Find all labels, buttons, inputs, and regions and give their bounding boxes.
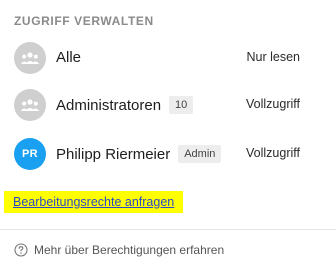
- request-edit-rights-link[interactable]: Bearbeitungsrechte anfragen: [4, 191, 184, 213]
- help-label: Mehr über Berechtigungen erfahren: [34, 243, 225, 257]
- user-avatar: PR: [14, 138, 46, 170]
- divider: [0, 229, 336, 230]
- entry-name: Administratoren 10: [56, 96, 194, 114]
- help-circle-icon: [14, 243, 28, 257]
- access-panel: ZUGRIFF VERWALTEN Alle Nur lesen Adminis…: [0, 0, 336, 272]
- entry-name: Alle: [56, 49, 81, 66]
- entry-name: Philipp Riermeier Admin: [56, 145, 222, 163]
- access-entry-user[interactable]: PR Philipp Riermeier Admin Vollzugriff: [0, 136, 336, 172]
- entry-name-label: Alle: [56, 49, 82, 66]
- permission-level[interactable]: Vollzugriff: [246, 146, 300, 160]
- permission-level[interactable]: Nur lesen: [247, 50, 301, 64]
- permission-level[interactable]: Vollzugriff: [246, 97, 300, 111]
- section-title: ZUGRIFF VERWALTEN: [14, 14, 154, 28]
- access-entry-administrators[interactable]: Administratoren 10 Vollzugriff: [0, 87, 336, 123]
- entry-name-label: Administratoren: [56, 96, 162, 114]
- role-badge: Admin: [178, 145, 222, 163]
- entry-name-label: Philipp Riermeier: [56, 145, 171, 163]
- learn-more-permissions-link[interactable]: Mehr über Berechtigungen erfahren: [14, 243, 224, 257]
- group-icon: [14, 42, 46, 74]
- access-entry-all[interactable]: Alle Nur lesen: [0, 40, 336, 76]
- group-icon: [14, 89, 46, 121]
- member-count-badge: 10: [169, 96, 194, 114]
